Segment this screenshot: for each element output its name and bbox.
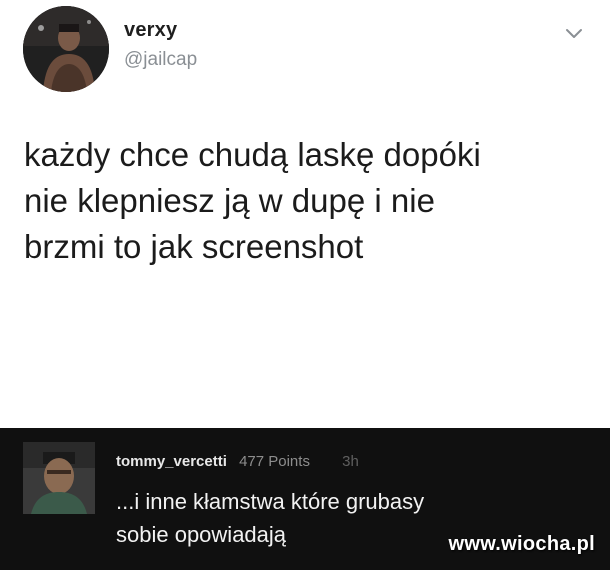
comment-card: tommy_vercetti 477 Points 3h ...i inne k…	[0, 428, 610, 570]
avatar-photo-icon	[23, 6, 109, 92]
comment-points: 477 Points	[239, 453, 310, 470]
tweet-card: verxy @jailcap każdy chce chudą laskę do…	[0, 0, 610, 428]
chevron-down-icon[interactable]	[564, 26, 584, 40]
comment-timestamp: 3h	[342, 453, 359, 470]
watermark-text: www.wiocha.pl	[448, 533, 595, 555]
avatar-photo-icon	[23, 442, 95, 514]
tweet-display-name[interactable]: verxy	[124, 19, 177, 42]
tweet-text: każdy chce chudą laskę dopóki nie klepni…	[24, 136, 481, 265]
comment-username[interactable]: tommy_vercetti	[116, 453, 227, 470]
screenshot-page: verxy @jailcap każdy chce chudą laskę do…	[0, 0, 610, 570]
tweet-avatar[interactable]	[23, 6, 109, 92]
comment-avatar[interactable]	[23, 442, 95, 514]
comment-meta: tommy_vercetti 477 Points 3h	[116, 453, 359, 470]
tweet-handle[interactable]: @jailcap	[124, 49, 197, 71]
